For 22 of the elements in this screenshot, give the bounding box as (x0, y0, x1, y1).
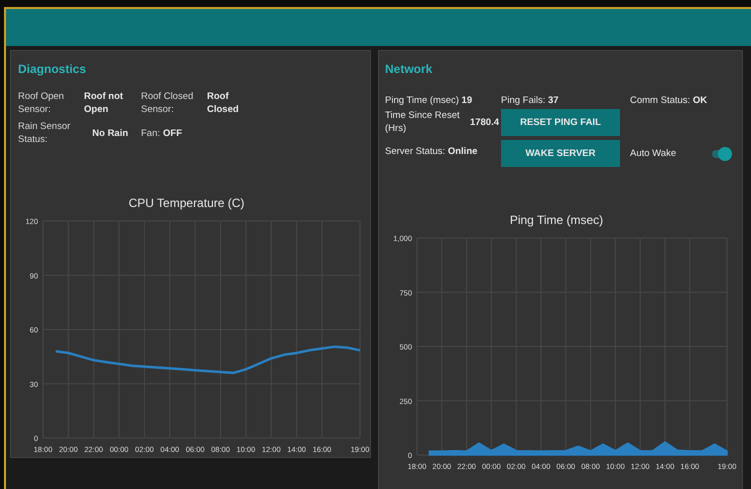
field-label: Rain Sensor Status: (18, 120, 72, 146)
ping-fails-text: Ping Fails: 37 (501, 94, 560, 107)
server-status-text: Server Status: Online (385, 145, 478, 158)
field-label: Roof Closed Sensor: (141, 90, 194, 116)
panel-title: Diagnostics (18, 61, 88, 78)
field-value: No Rain (92, 126, 130, 140)
comm-status-text: Comm Status: OK (630, 94, 708, 107)
auto-wake-label: Auto Wake (630, 147, 676, 160)
auto-wake-toggle[interactable] (712, 146, 732, 160)
field-value: Roof Closed (207, 90, 240, 116)
field-label: Fan: (141, 126, 160, 140)
field-value: Roof not Open (84, 90, 124, 116)
reset-time-value: 1780.4 (470, 116, 499, 128)
field-label: Roof Open Sensor: (18, 90, 65, 116)
reset-ping-fail-button[interactable]: RESET PING FAIL (501, 109, 620, 136)
reset-time-label: Time Since Reset (Hrs) (385, 109, 461, 135)
chart-title: Ping Time (msec) (508, 212, 604, 229)
panel-title: Network (385, 61, 434, 78)
ping-time-text: Ping Time (msec) 19 (385, 94, 474, 107)
wake-server-button[interactable]: WAKE SERVER (501, 140, 620, 167)
chart-title: CPU Temperature (C) (128, 195, 246, 212)
field-value: OFF (163, 126, 184, 140)
